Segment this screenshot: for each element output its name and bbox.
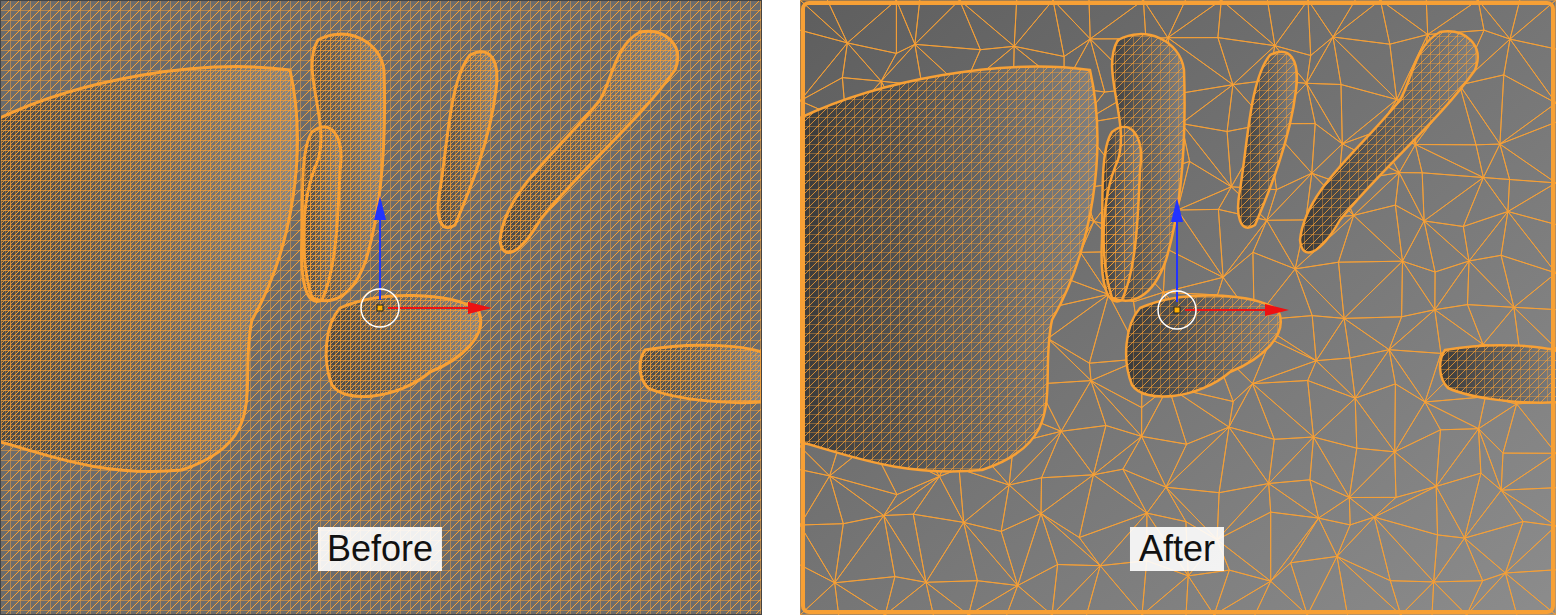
transform-gizmo[interactable] [361,196,492,327]
viewport-panel[interactable]: Before [0,0,762,615]
mesh-object[interactable] [1238,52,1297,228]
mesh-object[interactable] [800,67,1097,472]
mesh-object[interactable] [0,67,297,472]
mesh-wireframe[interactable] [800,0,1556,615]
mesh-object[interactable] [438,52,497,228]
pivot-circle-icon[interactable] [361,289,399,327]
z-axis-arrow-icon[interactable] [1171,198,1183,222]
x-axis-arrow-icon[interactable] [1265,304,1289,316]
z-axis-arrow-icon[interactable] [374,196,386,220]
panel-label: Before [318,527,442,571]
comparison: Before After [0,0,1556,615]
transform-gizmo[interactable] [1158,198,1289,329]
mesh-object[interactable] [1300,31,1478,252]
mesh-object[interactable] [326,295,481,396]
x-axis-arrow-icon[interactable] [468,302,492,314]
pivot-circle-icon[interactable] [1158,291,1196,329]
mesh-object[interactable] [302,127,341,301]
panel-label: After [1130,527,1224,571]
mesh-object[interactable] [1440,345,1556,402]
mesh-object[interactable] [1126,295,1281,396]
mesh-object[interactable] [640,345,762,402]
mesh-object[interactable] [500,31,678,252]
viewport-panel[interactable]: After [800,0,1556,615]
mesh-wireframe[interactable] [0,0,762,615]
